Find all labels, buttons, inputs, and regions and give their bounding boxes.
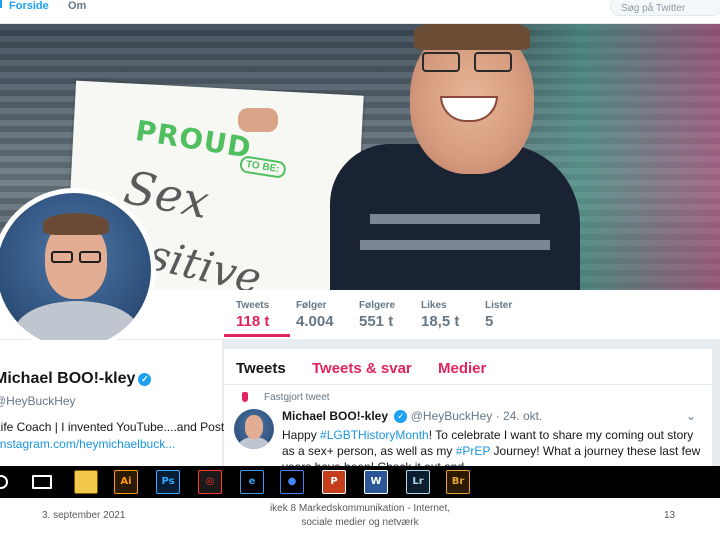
timeline-card: Tweets Tweets & svar Medier Fastgjort tw… bbox=[224, 349, 712, 474]
hashtag-link[interactable]: #PrEP bbox=[456, 444, 490, 458]
home-icon bbox=[0, 0, 6, 8]
profile-handle: @HeyBuckHey bbox=[0, 394, 76, 408]
chevron-down-icon[interactable]: ⌄ bbox=[686, 409, 696, 423]
stat-label: Tweets bbox=[236, 300, 270, 311]
avatar-glasses bbox=[51, 251, 73, 263]
avatar-hair bbox=[43, 213, 109, 235]
windows-taskbar: Ai Ps ◎ e ● P W Lr Br bbox=[0, 466, 720, 498]
word-icon[interactable]: W bbox=[364, 470, 388, 494]
file-explorer-icon[interactable] bbox=[74, 470, 98, 494]
stat-likes[interactable]: Likes 18,5 t bbox=[421, 300, 459, 330]
header-person-glasses bbox=[474, 52, 512, 72]
footer-title-line: ikek 8 Markedskommunikation - Internet, bbox=[269, 503, 451, 514]
stat-tweets[interactable]: Tweets 118 t bbox=[236, 300, 269, 330]
tab-tweets[interactable]: Tweets bbox=[236, 360, 286, 377]
pinned-label-text: Fastgjort tweet bbox=[264, 392, 330, 403]
shirt-stripe bbox=[370, 214, 540, 224]
twitter-top-nav: Forside Om Søg på Twitter bbox=[0, 0, 720, 24]
tab-tweets-and-replies[interactable]: Tweets & svar bbox=[312, 360, 412, 377]
tweet-author[interactable]: Michael BOO!-kley bbox=[282, 409, 388, 423]
slide: Forside Om Søg på Twitter PROUD TO BE: S… bbox=[0, 0, 720, 540]
nav-home-link[interactable]: Forside bbox=[0, 0, 49, 14]
tab-media[interactable]: Medier bbox=[438, 360, 486, 377]
footer-title: ikek 8 Markedskommunikation - Internet, … bbox=[240, 502, 480, 530]
search-icon[interactable] bbox=[0, 475, 8, 489]
avatar-photo bbox=[0, 193, 151, 347]
avatar-glasses bbox=[79, 251, 101, 263]
nav-home-label: Forside bbox=[9, 0, 49, 12]
tweet-header: Michael BOO!-kley ✓ @HeyBuckHey · 24. ok… bbox=[282, 409, 542, 423]
stat-label: Følger bbox=[296, 300, 327, 311]
chrome-icon[interactable]: ● bbox=[280, 470, 304, 494]
stat-value: 18,5 t bbox=[421, 313, 460, 330]
tweet-date[interactable]: · 24. okt. bbox=[496, 409, 543, 423]
active-stat-indicator bbox=[224, 334, 290, 337]
tweet-avatar[interactable] bbox=[234, 409, 274, 449]
illustrator-icon[interactable]: Ai bbox=[114, 470, 138, 494]
stat-label: Lister bbox=[485, 300, 513, 311]
timeline-tabs: Tweets Tweets & svar Medier bbox=[224, 349, 712, 385]
profile-avatar[interactable] bbox=[0, 188, 156, 352]
shirt-stripe bbox=[360, 240, 550, 250]
edge-icon[interactable]: e bbox=[240, 470, 264, 494]
stat-followers[interactable]: Følgere 551 t bbox=[359, 300, 395, 330]
footer-title-line: sociale medier og netværk bbox=[301, 517, 419, 528]
stat-value: 551 t bbox=[359, 313, 394, 330]
header-person-glasses bbox=[422, 52, 460, 72]
slide-footer: 3. september 2021 ikek 8 Markedskommunik… bbox=[0, 498, 720, 540]
powerpoint-icon[interactable]: P bbox=[322, 470, 346, 494]
verified-icon: ✓ bbox=[394, 410, 408, 423]
pinned-tweet-label: Fastgjort tweet bbox=[242, 392, 330, 403]
slide-number: 13 bbox=[664, 510, 676, 521]
header-person-hair bbox=[414, 24, 530, 50]
stat-value: 118 t bbox=[236, 313, 270, 330]
creative-cloud-icon[interactable]: ◎ bbox=[198, 470, 222, 494]
stat-value: 5 bbox=[485, 313, 494, 330]
stat-label: Følgere bbox=[359, 300, 396, 311]
photoshop-icon[interactable]: Ps bbox=[156, 470, 180, 494]
footer-date: 3. september 2021 bbox=[42, 510, 126, 521]
profile-link-text: instagram.com/heymichaelbuck... bbox=[0, 437, 176, 451]
tweet-text-part: Happy bbox=[282, 428, 321, 442]
bridge-icon[interactable]: Br bbox=[446, 470, 470, 494]
tweet-handle[interactable]: @HeyBuckHey bbox=[411, 409, 493, 423]
profile-name-text: Michael BOO!-kley bbox=[0, 370, 136, 387]
sign-text-to-be: TO BE: bbox=[238, 155, 287, 179]
stat-following[interactable]: Følger 4.004 bbox=[296, 300, 334, 330]
stat-value: 4.004 bbox=[296, 313, 334, 330]
profile-link[interactable]: |instagram.com/heymichaelbuck... bbox=[0, 437, 175, 451]
hashtag-link[interactable]: #LGBTHistoryMonth bbox=[320, 428, 429, 442]
stat-label: Likes bbox=[421, 300, 447, 311]
lightroom-icon[interactable]: Lr bbox=[406, 470, 430, 494]
verified-icon: ✓ bbox=[138, 373, 152, 386]
nav-about-link[interactable]: Om bbox=[68, 0, 86, 14]
sign-text-proud: PROUD bbox=[133, 113, 254, 165]
pin-icon bbox=[242, 392, 248, 402]
header-hand bbox=[238, 108, 278, 132]
task-view-icon[interactable] bbox=[32, 475, 52, 489]
profile-bio: Life Coach | I invented YouTube....and P… bbox=[0, 420, 225, 434]
stat-lists[interactable]: Lister 5 bbox=[485, 300, 512, 330]
tweet-avatar-face bbox=[245, 415, 263, 439]
profile-name: Michael BOO!-kley ✓ bbox=[0, 370, 152, 388]
search-input[interactable]: Søg på Twitter bbox=[610, 0, 720, 16]
